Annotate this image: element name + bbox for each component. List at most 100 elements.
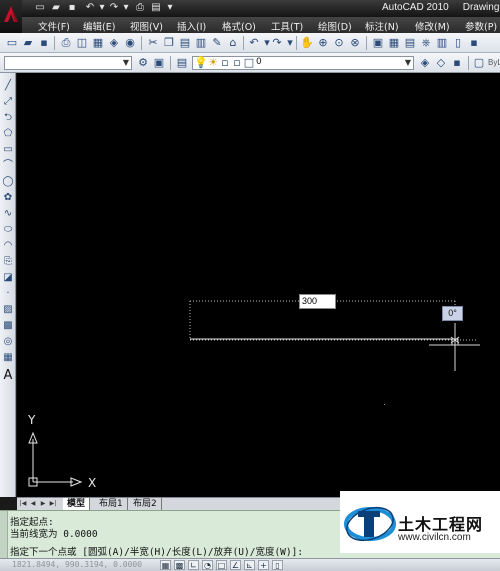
pan-icon[interactable]: ✋ [300, 36, 314, 50]
chevron-down-icon: ▼ [122, 58, 129, 67]
line-icon[interactable]: ╱ [1, 79, 15, 93]
ducs-icon[interactable]: ⊾ [244, 560, 255, 570]
undo-icon[interactable]: ↶ [247, 36, 261, 50]
redo-dropdown-icon[interactable]: ▾ [283, 36, 297, 50]
copy-icon[interactable]: ❐ [162, 36, 176, 50]
table-icon[interactable]: ▦ [1, 351, 15, 365]
multiline-text-icon[interactable]: A [1, 369, 15, 383]
save-icon[interactable]: ▪ [37, 36, 51, 50]
hatch-icon[interactable]: ▨ [1, 303, 15, 317]
layer-state-icon[interactable]: ▪ [450, 56, 464, 70]
menu-format[interactable]: 格式(O) [222, 19, 256, 33]
menu-insert[interactable]: 插入(I) [177, 19, 206, 33]
draw-toolbar: ╱ ⤢ ⮌ ⬠ ▭ ⌒ ◯ ✿ ∿ ⬭ ◠ ⎘ ◪ · ▨ ▩ ◎ ▦ A [0, 73, 16, 497]
menu-tools[interactable]: 工具(T) [271, 19, 303, 33]
paste-special-icon[interactable]: ▥ [194, 36, 208, 50]
region-icon[interactable]: ◎ [1, 335, 15, 349]
open-file-icon[interactable]: ▰ [50, 2, 62, 14]
publish-web-icon[interactable]: ◉ [123, 36, 137, 50]
block-editor-icon[interactable]: ⌂ [226, 36, 240, 50]
make-current-icon[interactable]: ◈ [418, 56, 432, 70]
print-icon[interactable]: ⎙ [134, 2, 146, 14]
redo-dropdown-icon[interactable]: ▾ [120, 2, 132, 14]
color-combo-label[interactable]: ByL [488, 58, 500, 67]
menu-view[interactable]: 视图(V) [130, 19, 163, 33]
plot-preview-icon[interactable]: ◫ [75, 36, 89, 50]
menu-file[interactable]: 文件(F) [38, 19, 70, 33]
first-tab-icon[interactable]: |◀ [19, 499, 27, 509]
menu-draw[interactable]: 绘图(D) [318, 19, 352, 33]
workspace-settings-icon[interactable]: ⚙ [136, 56, 150, 70]
snap-mode-icon[interactable]: ▦ [160, 560, 171, 570]
construction-line-icon[interactable]: ⤢ [1, 95, 15, 109]
ellipse-icon[interactable]: ⬭ [1, 223, 15, 237]
new-file-icon[interactable]: ▭ [34, 2, 46, 14]
insert-block-icon[interactable]: ⎘ [1, 255, 15, 269]
plot-icon[interactable]: ⎙ [59, 36, 73, 50]
customize-icon[interactable]: ▣ [152, 56, 166, 70]
tab-model[interactable]: 模型 [63, 498, 91, 510]
dyn-icon[interactable]: + [258, 560, 269, 570]
menu-edit[interactable]: 编辑(E) [83, 19, 115, 33]
help-icon[interactable]: ▪ [467, 36, 481, 50]
properties-icon[interactable]: ▣ [371, 36, 385, 50]
polar-icon[interactable]: ◔ [202, 560, 213, 570]
ortho-icon[interactable]: ∟ [188, 560, 199, 570]
menu-parametric[interactable]: 参数(P) [465, 19, 497, 33]
design-center-icon[interactable]: ▦ [387, 36, 401, 50]
sheet-set-icon[interactable]: ⎈ [419, 36, 433, 50]
coordinate-readout[interactable]: 1821.8494, 990.3194, 0.0000 [12, 560, 142, 569]
tab-layout2[interactable]: 布局2 [129, 498, 162, 510]
make-block-icon[interactable]: ◪ [1, 271, 15, 285]
gradient-icon[interactable]: ▩ [1, 319, 15, 333]
command-prompt[interactable]: 指定下一个点或 [圆弧(A)/半宽(H)/长度(L)/放弃(U)/宽度(W)]: [10, 544, 303, 558]
3d-print-icon[interactable]: ◈ [107, 36, 121, 50]
new-icon[interactable]: ▭ [5, 36, 19, 50]
menu-dimension[interactable]: 标注(N) [365, 19, 399, 33]
polyline-icon[interactable]: ⮌ [1, 111, 15, 125]
spline-icon[interactable]: ∿ [1, 207, 15, 221]
color-icon[interactable]: ▢ [472, 56, 486, 70]
otrack-icon[interactable]: ∠ [230, 560, 241, 570]
last-tab-icon[interactable]: ▶| [49, 499, 57, 509]
markup-icon[interactable]: ▥ [435, 36, 449, 50]
menu-modify[interactable]: 修改(M) [415, 19, 450, 33]
command-scrollbar[interactable] [0, 511, 8, 559]
lineweight-icon[interactable]: ▯ [272, 560, 283, 570]
zoom-window-icon[interactable]: ⊙ [332, 36, 346, 50]
workspace-combo[interactable]: ▼ [4, 56, 132, 70]
cut-icon[interactable]: ✂ [146, 36, 160, 50]
layer-previous-icon[interactable]: ◇ [434, 56, 448, 70]
osnap-icon[interactable]: □ [216, 560, 227, 570]
rectangle-icon[interactable]: ▭ [1, 143, 15, 157]
save-icon[interactable]: ▪ [66, 2, 78, 14]
prev-tab-icon[interactable]: ◀ [29, 499, 37, 509]
application-menu-button[interactable] [0, 0, 22, 33]
ellipse-arc-icon[interactable]: ◠ [1, 239, 15, 253]
redo-icon[interactable]: ↷ [108, 2, 120, 14]
zoom-previous-icon[interactable]: ⊗ [348, 36, 362, 50]
open-icon[interactable]: ▰ [21, 36, 35, 50]
polygon-icon[interactable]: ⬠ [1, 127, 15, 141]
workspace-icon[interactable]: ▤ [150, 2, 162, 14]
layer-properties-icon[interactable]: ▤ [175, 56, 189, 70]
calculator-icon[interactable]: ▯ [451, 36, 465, 50]
zoom-realtime-icon[interactable]: ⊕ [316, 36, 330, 50]
next-tab-icon[interactable]: ▶ [39, 499, 47, 509]
grid-icon[interactable]: ▩ [174, 560, 185, 570]
qat-dropdown-icon[interactable]: ▾ [164, 2, 176, 14]
redo-icon[interactable]: ↷ [270, 36, 284, 50]
tool-palettes-icon[interactable]: ▤ [403, 36, 417, 50]
publish-icon[interactable]: ▦ [91, 36, 105, 50]
undo-icon[interactable]: ↶ [84, 2, 96, 14]
drawing-canvas[interactable]: 300 0° Y X [17, 73, 500, 497]
point-icon[interactable]: · [1, 287, 15, 301]
revision-cloud-icon[interactable]: ✿ [1, 191, 15, 205]
tab-layout1[interactable]: 布局1 [95, 498, 128, 510]
dynamic-input-field[interactable]: 300 [299, 294, 336, 309]
arc-icon[interactable]: ⌒ [1, 159, 15, 173]
undo-dropdown-icon[interactable]: ▾ [96, 2, 108, 14]
paste-icon[interactable]: ▤ [178, 36, 192, 50]
match-properties-icon[interactable]: ✎ [210, 36, 224, 50]
circle-icon[interactable]: ◯ [1, 175, 15, 189]
